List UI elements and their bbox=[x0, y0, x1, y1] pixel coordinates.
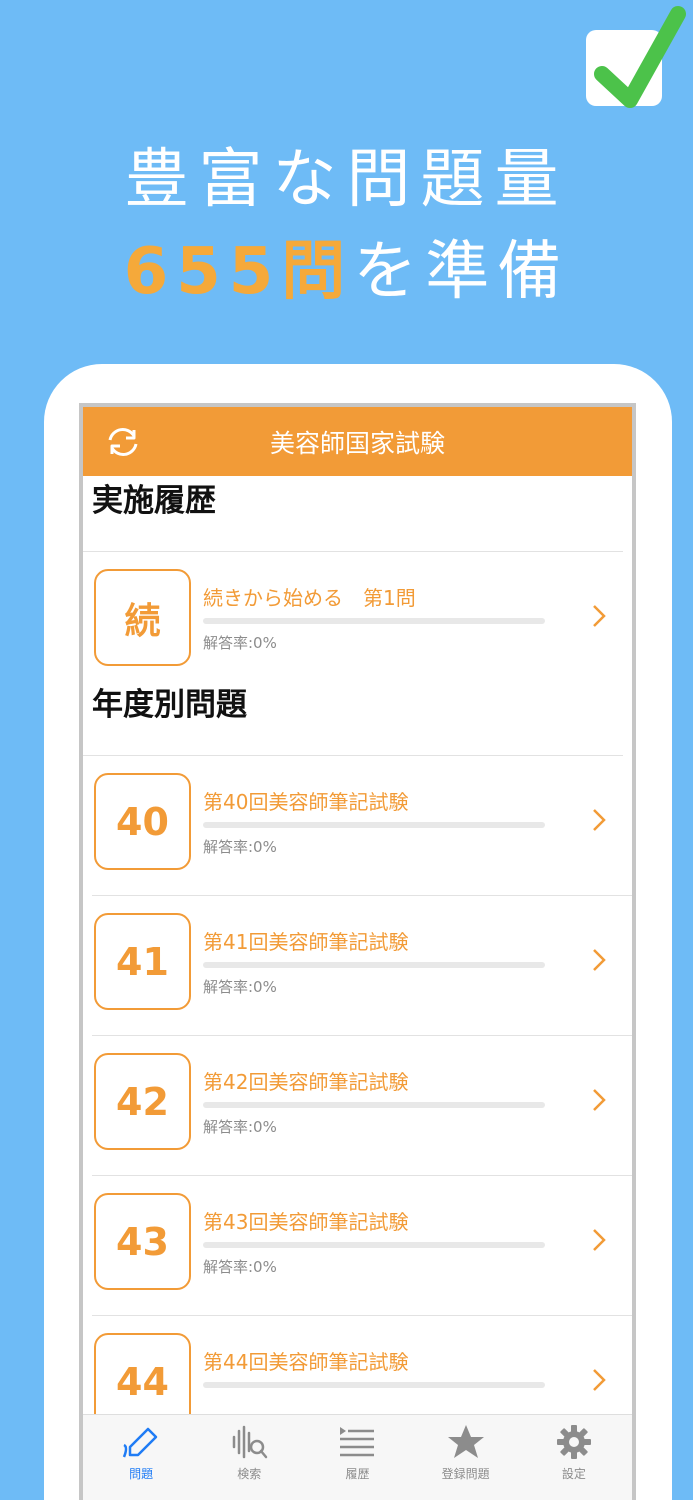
tab-label: 検索 bbox=[237, 1467, 262, 1481]
exam-row[interactable]: 40 第40回美容師筆記試験解答率:0% bbox=[92, 756, 632, 896]
resume-badge: 続 bbox=[94, 569, 191, 666]
exam-title: 第40回美容師筆記試験 bbox=[203, 790, 409, 814]
chevron-right-icon bbox=[593, 605, 606, 627]
checkmark-icon bbox=[586, 6, 686, 108]
nav-bar: 美容師国家試験 bbox=[83, 407, 632, 476]
answer-rate: 解答率:0% bbox=[203, 1258, 277, 1276]
exam-title: 第44回美容師筆記試験 bbox=[203, 1350, 409, 1374]
year-section-title: 年度別問題 bbox=[83, 680, 623, 756]
waveform-search-icon bbox=[233, 1425, 268, 1459]
chevron-right-icon bbox=[593, 1229, 606, 1251]
progress-bar bbox=[203, 1102, 545, 1108]
exam-number-badge: 42 bbox=[94, 1053, 191, 1150]
answer-rate: 解答率:0% bbox=[203, 838, 277, 856]
tab-label: 問題 bbox=[129, 1467, 154, 1481]
phone-screen: 美容師国家試験 実施履歴 続 続きから始める 第1問 解答率:0% 年度別問題 … bbox=[79, 403, 636, 1500]
app-title: 美容師国家試験 bbox=[269, 428, 445, 458]
tab-saved-questions[interactable]: 登録問題 bbox=[416, 1415, 516, 1500]
star-icon bbox=[447, 1425, 484, 1458]
exam-title: 第42回美容師筆記試験 bbox=[203, 1070, 409, 1094]
year-list: 40 第40回美容師筆記試験 解答率:0% 41 第41回美容師筆記試験 解答率:0% 42… bbox=[83, 756, 632, 1456]
gear-icon bbox=[556, 1425, 591, 1459]
exam-number-badge: 43 bbox=[94, 1193, 191, 1290]
exam-row[interactable]: 41 第41回美容師筆記試験解答率:0% bbox=[92, 896, 632, 1036]
answer-rate: 解答率:0% bbox=[203, 1118, 277, 1136]
progress-bar bbox=[203, 618, 545, 624]
progress-bar bbox=[203, 1242, 545, 1248]
progress-bar bbox=[203, 1382, 545, 1388]
promo-subheadline-rest: を準備 bbox=[353, 235, 570, 309]
resume-row[interactable]: 続 続きから始める 第1問 解答率:0% bbox=[92, 552, 632, 680]
resume-label: 続きから始める 第1問 bbox=[203, 586, 416, 610]
tab-bar: 問題 検索 履歴 登録問題 設定 bbox=[83, 1414, 632, 1500]
promo-subheadline: 655問を準備 bbox=[0, 222, 693, 322]
tab-history[interactable]: 履歴 bbox=[307, 1415, 407, 1500]
chevron-right-icon bbox=[593, 1089, 606, 1111]
tab-search[interactable]: 検索 bbox=[199, 1415, 299, 1500]
history-section-title: 実施履歴 bbox=[83, 476, 623, 552]
answer-rate: 解答率:0% bbox=[203, 634, 277, 652]
chevron-right-icon bbox=[593, 1369, 606, 1391]
exam-number-badge: 40 bbox=[94, 773, 191, 870]
promo-question-count: 655問 bbox=[123, 235, 354, 309]
promo-headline: 豊富な問題量 bbox=[124, 143, 569, 217]
chevron-right-icon bbox=[593, 949, 606, 971]
pencil-icon bbox=[122, 1427, 158, 1458]
chevron-right-icon bbox=[593, 809, 606, 831]
progress-bar bbox=[203, 962, 545, 968]
exam-row[interactable]: 43 第43回美容師筆記試験解答率:0% bbox=[92, 1176, 632, 1316]
list-icon bbox=[340, 1427, 375, 1457]
tab-label: 設定 bbox=[561, 1467, 586, 1481]
refresh-icon[interactable] bbox=[105, 426, 141, 458]
exam-row[interactable]: 42 第42回美容師筆記試験解答率:0% bbox=[92, 1036, 632, 1176]
tab-label: 登録問題 bbox=[441, 1467, 490, 1481]
tab-questions[interactable]: 問題 bbox=[91, 1415, 191, 1500]
exam-title: 第43回美容師筆記試験 bbox=[203, 1210, 409, 1234]
progress-bar bbox=[203, 822, 545, 828]
exam-number-badge: 41 bbox=[94, 913, 191, 1010]
answer-rate: 解答率:0% bbox=[203, 978, 277, 996]
exam-title: 第41回美容師筆記試験 bbox=[203, 930, 409, 954]
tab-settings[interactable]: 設定 bbox=[524, 1415, 624, 1500]
tab-label: 履歴 bbox=[345, 1467, 370, 1481]
